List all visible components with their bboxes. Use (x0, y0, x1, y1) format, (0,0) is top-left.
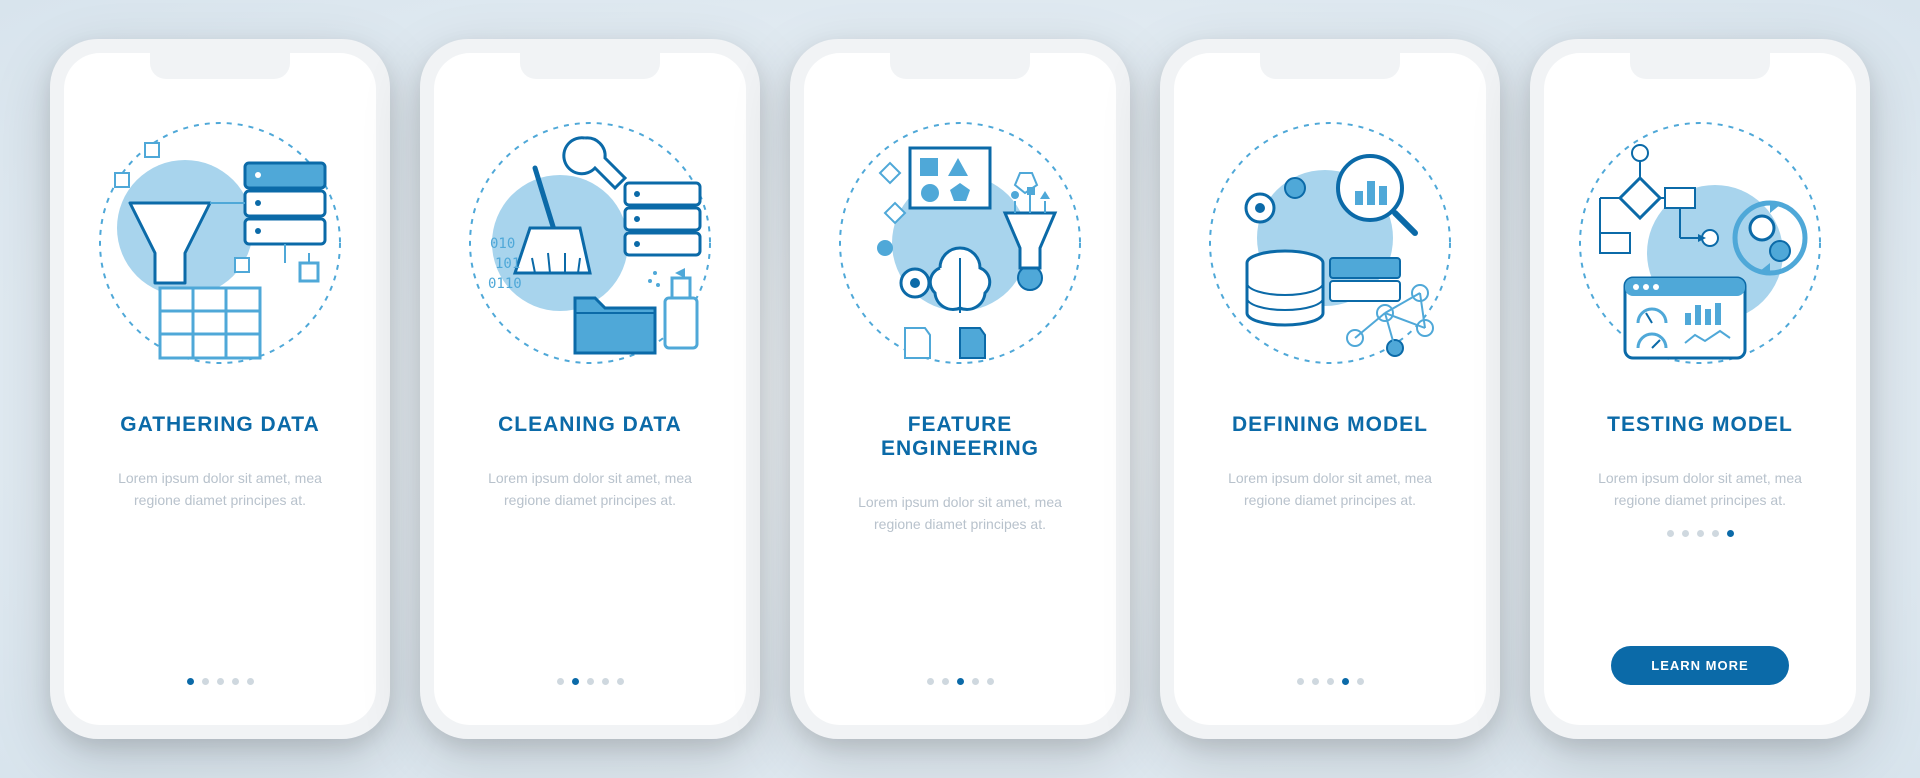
dot[interactable] (1682, 530, 1689, 537)
phone-notch (520, 53, 660, 79)
dot[interactable] (587, 678, 594, 685)
phone-frame: FEATURE ENGINEERING Lorem ipsum dolor si… (790, 39, 1130, 739)
dot[interactable] (602, 678, 609, 685)
phone-frame: TESTING MODEL Lorem ipsum dolor sit amet… (1530, 39, 1870, 739)
dot[interactable] (927, 678, 934, 685)
dot[interactable] (202, 678, 209, 685)
svg-text:0110: 0110 (488, 276, 522, 292)
phone-mockup-row: GATHERING DATA Lorem ipsum dolor sit ame… (50, 39, 1870, 739)
screen: DEFINING MODEL Lorem ipsum dolor sit ame… (1174, 53, 1486, 725)
pagination-dots (927, 678, 994, 685)
testing-model-icon (1570, 113, 1830, 373)
screen-description: Lorem ipsum dolor sit amet, mea regione … (470, 467, 710, 512)
screen-description: Lorem ipsum dolor sit amet, mea regione … (1210, 467, 1450, 512)
dot[interactable] (1327, 678, 1334, 685)
dot[interactable] (232, 678, 239, 685)
phone-notch (1260, 53, 1400, 79)
screen-title: TESTING MODEL (1607, 413, 1793, 437)
dot[interactable] (217, 678, 224, 685)
screen: 010 101 0110 (434, 53, 746, 725)
phone-frame: DEFINING MODEL Lorem ipsum dolor sit ame… (1160, 39, 1500, 739)
dot[interactable] (572, 678, 579, 685)
pagination-dots (1667, 530, 1734, 537)
svg-text:010: 010 (490, 236, 515, 252)
dot[interactable] (972, 678, 979, 685)
dot[interactable] (942, 678, 949, 685)
screen-title: FEATURE ENGINEERING (828, 413, 1092, 461)
screen: GATHERING DATA Lorem ipsum dolor sit ame… (64, 53, 376, 725)
dot[interactable] (1342, 678, 1349, 685)
dot[interactable] (1312, 678, 1319, 685)
screen-title: DEFINING MODEL (1232, 413, 1428, 437)
dot[interactable] (1697, 530, 1704, 537)
feature-engineering-icon (830, 113, 1090, 373)
screen-description: Lorem ipsum dolor sit amet, mea regione … (1580, 467, 1820, 512)
phone-frame: GATHERING DATA Lorem ipsum dolor sit ame… (50, 39, 390, 739)
phone-frame: 010 101 0110 (420, 39, 760, 739)
svg-text:101: 101 (495, 256, 520, 272)
screen-title: GATHERING DATA (120, 413, 319, 437)
screen-title: CLEANING DATA (498, 413, 682, 437)
phone-notch (890, 53, 1030, 79)
learn-more-button[interactable]: LEARN MORE (1611, 646, 1788, 685)
dot[interactable] (1297, 678, 1304, 685)
dot[interactable] (1357, 678, 1364, 685)
dot[interactable] (1727, 530, 1734, 537)
defining-model-icon (1200, 113, 1460, 373)
dot[interactable] (557, 678, 564, 685)
dot[interactable] (987, 678, 994, 685)
screen: TESTING MODEL Lorem ipsum dolor sit amet… (1544, 53, 1856, 725)
dot[interactable] (957, 678, 964, 685)
pagination-dots (187, 678, 254, 685)
dot[interactable] (1667, 530, 1674, 537)
dot[interactable] (187, 678, 194, 685)
screen-description: Lorem ipsum dolor sit amet, mea regione … (100, 467, 340, 512)
cleaning-data-icon: 010 101 0110 (460, 113, 720, 373)
dot[interactable] (247, 678, 254, 685)
dot[interactable] (1712, 530, 1719, 537)
screen-description: Lorem ipsum dolor sit amet, mea regione … (840, 491, 1080, 536)
screen: FEATURE ENGINEERING Lorem ipsum dolor si… (804, 53, 1116, 725)
pagination-dots (1297, 678, 1364, 685)
pagination-dots (557, 678, 624, 685)
dot[interactable] (617, 678, 624, 685)
phone-notch (150, 53, 290, 79)
gathering-data-icon (90, 113, 350, 373)
phone-notch (1630, 53, 1770, 79)
